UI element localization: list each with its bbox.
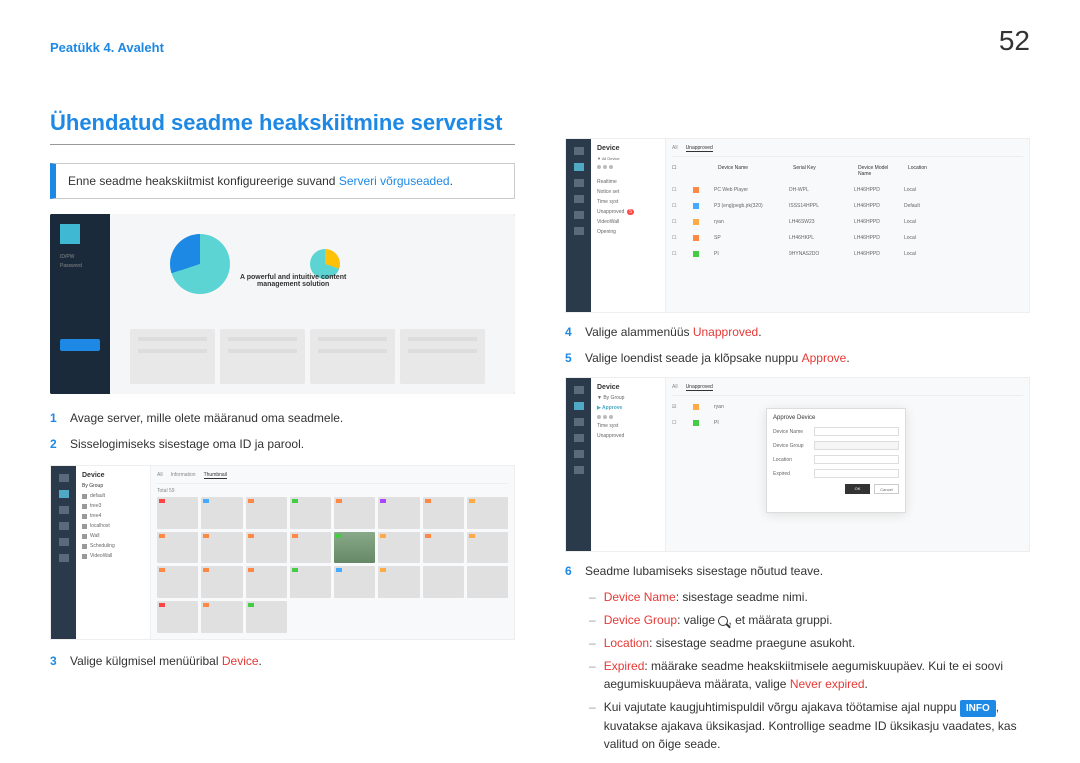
step-3: 3Valige külgmisel menüüribal Device.	[50, 652, 515, 670]
step-1: 1Avage server, mille olete määranud oma …	[50, 409, 515, 427]
pie-chart-icon	[170, 234, 230, 294]
step-2: 2Sisselogimiseks sisestage oma ID ja par…	[50, 435, 515, 453]
approve-dialog: Approve Device Device Name Device Group …	[766, 408, 906, 513]
search-icon	[718, 616, 728, 626]
sub-device-group: –Device Group: valige , et määrata grupp…	[589, 611, 1030, 629]
cancel-button: Cancel	[874, 484, 899, 494]
tagline: A powerful and intuitive contentmanageme…	[240, 274, 346, 288]
sub-location: –Location: sisestage seadme praegune asu…	[589, 634, 1030, 652]
screenshot-approve-modal: Device ▼ By Group ▶ Approve Time syst Un…	[565, 377, 1030, 552]
page-title: Ühendatud seadme heakskiitmine serverist	[50, 110, 515, 145]
info-text: Enne seadme heakskiitmist konfigureerige…	[68, 174, 339, 188]
info-badge: INFO	[960, 700, 996, 717]
info-box: Enne seadme heakskiitmist konfigureerige…	[50, 163, 515, 199]
logo-icon	[60, 224, 80, 244]
signin-button	[60, 339, 100, 351]
sub-info: –Kui vajutate kaugjuhtimispuldil võrgu a…	[589, 698, 1030, 753]
left-column: Enne seadme heakskiitmist konfigureerige…	[50, 163, 515, 758]
step-5: 5Valige loendist seade ja klõpsake nuppu…	[565, 349, 1030, 367]
breadcrumb[interactable]: Peatükk 4. Avaleht	[50, 40, 1030, 55]
page-number: 52	[999, 25, 1030, 57]
sub-expired: –Expired: määrake seadme heakskiitmisele…	[589, 657, 1030, 693]
screenshot-login: ID/PW Password A powerful and intuitive …	[50, 214, 515, 394]
ok-button: OK	[845, 484, 870, 494]
sub-device-name: –Device Name: sisestage seadme nimi.	[589, 588, 1030, 606]
screenshot-device-grid: Device By Group default tree3 tree4 loca…	[50, 465, 515, 640]
screenshot-device-list: Device ▼ All Device Realtime Notice set …	[565, 138, 1030, 313]
server-settings-link[interactable]: Serveri võrguseaded	[339, 174, 450, 188]
right-column: Device ▼ All Device Realtime Notice set …	[565, 163, 1030, 758]
step-4: 4Valige alammenüüs Unapproved.	[565, 323, 1030, 341]
step-6: 6Seadme lubamiseks sisestage nõutud teav…	[565, 562, 1030, 580]
